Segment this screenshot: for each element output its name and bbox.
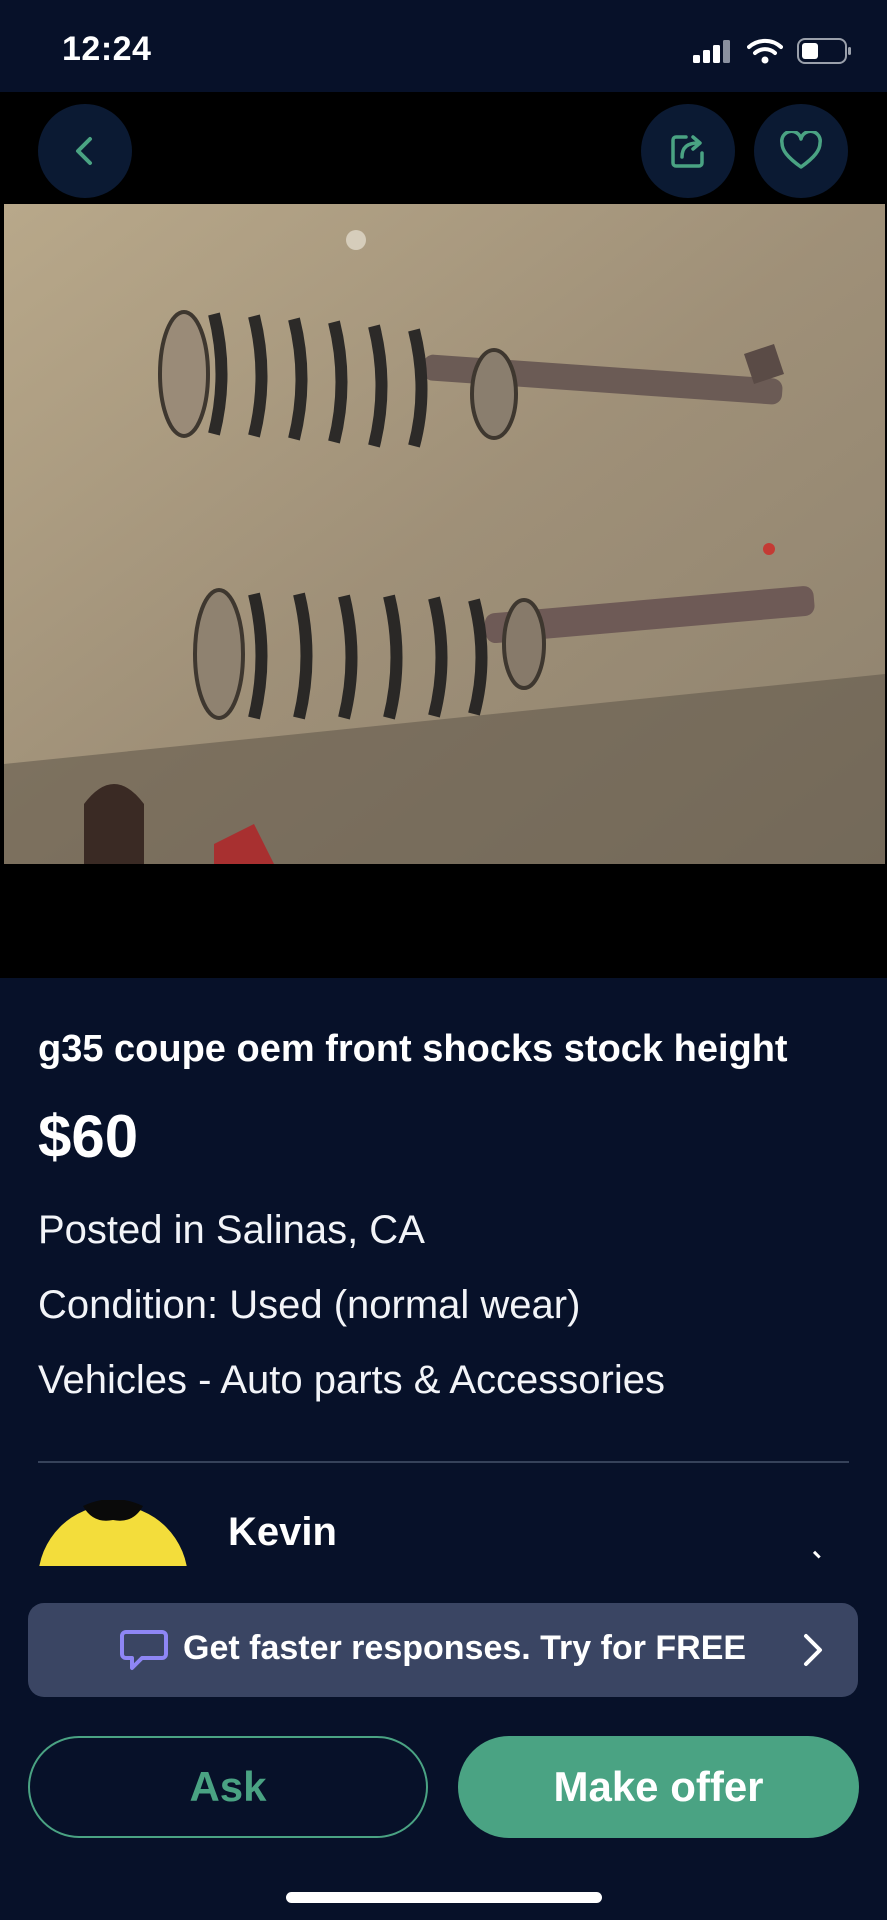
- share-icon: [671, 135, 704, 168]
- status-bar: 12:24: [0, 0, 887, 92]
- seller-name[interactable]: Kevin: [228, 1510, 337, 1555]
- back-button[interactable]: [38, 104, 132, 198]
- chevron-right-icon: [804, 1634, 822, 1666]
- chevron-left-icon: [76, 137, 92, 165]
- signal-icon: [693, 40, 730, 63]
- ask-button[interactable]: Ask: [28, 1736, 428, 1838]
- chat-bubble-icon: [120, 1630, 168, 1670]
- favorite-button[interactable]: [754, 104, 848, 198]
- top-bar: [0, 92, 887, 204]
- promo-text: Get faster responses. Try for FREE: [183, 1629, 747, 1667]
- share-button[interactable]: [641, 104, 735, 198]
- listing-location: Posted in Salinas, CA: [38, 1208, 425, 1252]
- listing-photo[interactable]: [4, 204, 885, 864]
- home-indicator: [286, 1892, 602, 1903]
- heart-icon: [780, 131, 822, 169]
- status-time: 12:24: [62, 30, 152, 68]
- listing-condition: Condition: Used (normal wear): [38, 1283, 581, 1327]
- listing-title: g35 coupe oem front shocks stock height: [38, 1028, 788, 1070]
- photo-area: [0, 204, 887, 978]
- battery-icon: [797, 38, 851, 64]
- listing-category[interactable]: Vehicles - Auto parts & Accessories: [38, 1358, 665, 1403]
- make-offer-button[interactable]: Make offer: [458, 1736, 859, 1838]
- more-indicator: [807, 1550, 821, 1565]
- status-icons: [693, 38, 853, 64]
- shocks-photo-illustration: [4, 204, 885, 864]
- wifi-icon: [747, 38, 783, 64]
- listing-price: $60: [38, 1103, 139, 1170]
- promo-banner[interactable]: Get faster responses. Try for FREE: [28, 1603, 858, 1697]
- divider: [38, 1461, 849, 1463]
- avatar[interactable]: [38, 1500, 188, 1566]
